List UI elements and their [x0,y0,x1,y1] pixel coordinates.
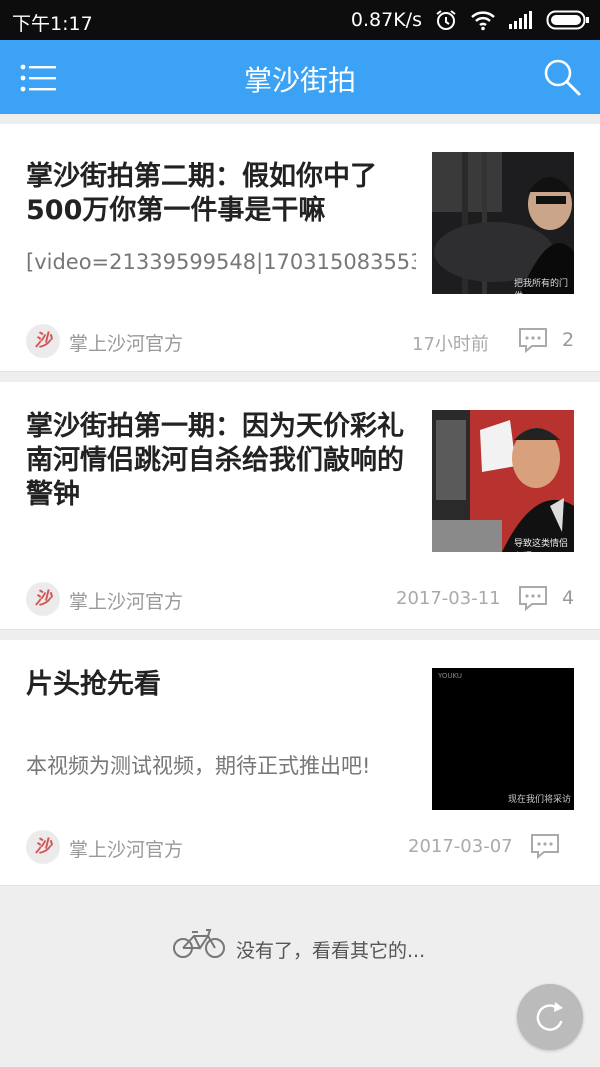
alarm-icon [434,8,458,32]
video-thumbnail-image [432,410,574,552]
article-title: 掌沙街拍第二期：假如你中了500万你第一件事是干嘛 [26,161,377,226]
status-time: 下午1:17 [12,13,93,35]
article-summary: 本视频为测试视频，期待正式推出吧! [26,754,371,778]
article-thumbnail[interactable]: YOUKU 现在我们将采访 [432,668,574,810]
source-name[interactable]: 掌上沙河官方 [69,587,183,614]
thumbnail-watermark: YOUKU [438,672,463,680]
status-bar: 下午1:17 0.87K/s [0,0,600,40]
source-avatar: 沙 [26,830,60,864]
thumbnail-caption: 导致这类情侣心理 [514,539,569,549]
battery-icon [546,9,590,31]
network-speed: 0.87K/s [350,9,422,31]
comment-icon[interactable] [530,833,560,859]
bicycle-icon [173,929,225,958]
end-of-list-text[interactable]: 没有了，看看其它的... [236,936,425,963]
page-title: 掌沙街拍 [243,64,356,97]
article-meta: 沙 掌上沙河官方 2017-03-07 [26,830,574,866]
search-icon [544,59,581,96]
source-name[interactable]: 掌上沙河官方 [69,329,183,356]
article-card[interactable]: 片头抢先看 本视频为测试视频，期待正式推出吧! YOUKU 现在我们将采访 沙 … [0,640,600,886]
article-title: 掌沙街拍第一期：因为天价彩礼南河情侣跳河自杀给我们敲响的警钟 [26,411,404,510]
article-thumbnail[interactable]: 导致这类情侣心理 [432,410,574,552]
article-title: 片头抢先看 [26,669,161,700]
signal-icon [508,10,534,30]
refresh-icon [536,1002,563,1031]
comment-icon[interactable] [518,585,548,611]
end-of-list: 没有了，看看其它的... [0,920,600,980]
comment-count: 2 [562,329,575,351]
comment-icon[interactable] [518,327,548,353]
source-avatar: 沙 [26,324,60,358]
article-card[interactable]: 掌沙街拍第一期：因为天价彩礼南河情侣跳河自杀给我们敲响的警钟 导致这类情侣心理 … [0,382,600,630]
video-thumbnail-image [432,152,574,294]
comment-count: 4 [562,587,575,609]
publish-time: 2017-03-11 [396,588,501,609]
article-summary: [video=21339599548|170315083553793.200.1… [26,250,416,274]
article-thumbnail[interactable]: 把我所有的门供 [432,152,574,294]
article-meta: 沙 掌上沙河官方 17小时前 2 [26,324,574,360]
article-card[interactable]: 掌沙街拍第二期：假如你中了500万你第一件事是干嘛 [video=2133959… [0,124,600,372]
source-avatar: 沙 [26,582,60,616]
article-meta: 沙 掌上沙河官方 2017-03-11 4 [26,582,574,618]
wifi-icon [470,9,496,31]
thumbnail-caption: 把我所有的门供 [514,279,569,294]
search-button[interactable] [542,57,582,97]
refresh-button[interactable] [517,984,583,1050]
publish-time: 2017-03-07 [408,836,513,857]
source-name[interactable]: 掌上沙河官方 [69,835,183,862]
thumbnail-caption: 现在我们将采访 [508,795,572,805]
publish-time: 17小时前 [412,334,489,355]
app-bar: 掌沙街拍 [0,40,600,114]
